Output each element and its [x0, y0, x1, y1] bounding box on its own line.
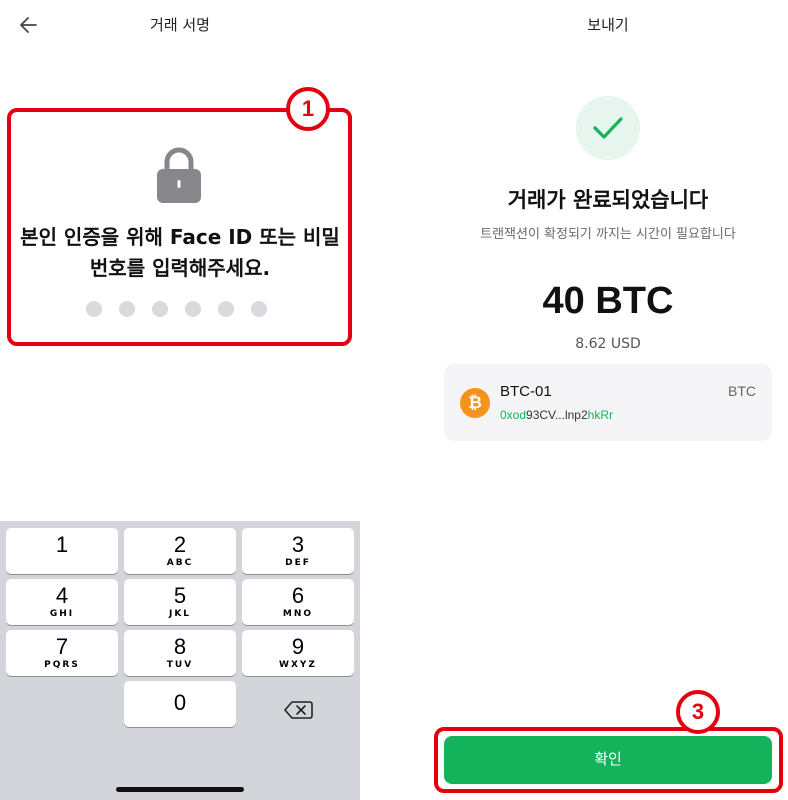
key-2[interactable]: 2 ABC: [124, 528, 236, 574]
completion-subtitle: 트랜잭션이 확정되기 까지는 시간이 필요합니다: [480, 227, 736, 242]
key-letters: TUV: [166, 660, 194, 670]
key-1[interactable]: 1: [6, 528, 118, 574]
wallet-address: 0xod93CV...lnp2hkRr: [500, 408, 613, 422]
send-complete-screen: 보내기 거래가 완료되었습니다 트랜잭션이 확정되기 까지는 시간이 필요합니다…: [428, 0, 788, 800]
wallet-ticker: BTC: [728, 383, 756, 399]
passcode-dot: [251, 301, 267, 317]
auth-message: 본인 인증을 위해 Face ID 또는 비밀 번호를 입력해주세요.: [0, 222, 360, 284]
key-number: 3: [291, 532, 305, 557]
step-badge-1: 1: [286, 87, 330, 131]
delete-key[interactable]: [278, 695, 318, 725]
wallet-card: ₿ BTC-01 BTC 0xod93CV...lnp2hkRr: [444, 364, 772, 441]
key-number: 4: [55, 583, 69, 608]
key-letters: JKL: [168, 609, 192, 619]
key-0[interactable]: 0: [124, 681, 236, 727]
key-number: 1: [55, 532, 69, 557]
key-7[interactable]: 7 PQRS: [6, 630, 118, 676]
step-badge-3: 3: [676, 690, 720, 734]
key-letters: DEF: [285, 558, 311, 568]
usd-value: 8.62 USD: [575, 336, 641, 352]
key-number: 2: [173, 532, 187, 557]
passcode-dot: [152, 301, 168, 317]
page-title: 거래 서명: [150, 16, 210, 34]
numeric-keypad: 1 2 ABC 3 DEF 4 GHI 5 JKL 6 MNO 7 PQRS 8: [0, 521, 360, 800]
confirm-button[interactable]: 확인: [444, 736, 772, 784]
key-number: 0: [173, 690, 187, 715]
key-number: 5: [173, 583, 187, 608]
key-letters: GHI: [49, 609, 75, 619]
key-letters: MNO: [282, 609, 314, 619]
passcode-dot: [119, 301, 135, 317]
checkmark-icon: [593, 117, 623, 139]
auth-message-line2: 번호를 입력해주세요.: [89, 256, 271, 280]
sign-transaction-screen: 거래 서명 1 본인 인증을 위해 Face ID 또는 비밀 번호를 입력해주…: [0, 0, 360, 800]
sent-amount: 40 BTC: [542, 280, 674, 322]
key-9[interactable]: 9 WXYZ: [242, 630, 354, 676]
passcode-dot: [185, 301, 201, 317]
key-5[interactable]: 5 JKL: [124, 579, 236, 625]
lock-icon: [157, 147, 201, 203]
home-indicator: [116, 787, 244, 792]
wallet-name: BTC-01: [500, 383, 552, 400]
key-number: 8: [173, 634, 187, 659]
completion-title: 거래가 완료되었습니다: [507, 188, 709, 212]
key-number: 7: [55, 634, 69, 659]
backspace-icon: [284, 701, 313, 719]
key-8[interactable]: 8 TUV: [124, 630, 236, 676]
key-letters: ABC: [166, 558, 194, 568]
key-letters: PQRS: [44, 660, 80, 670]
address-middle: 93CV...lnp2: [526, 408, 588, 422]
key-3[interactable]: 3 DEF: [242, 528, 354, 574]
passcode-dots: [86, 301, 267, 317]
key-letters: WXYZ: [279, 660, 317, 670]
key-4[interactable]: 4 GHI: [6, 579, 118, 625]
passcode-dot: [86, 301, 102, 317]
page-title: 보내기: [587, 16, 629, 34]
success-badge: [576, 96, 640, 160]
auth-message-line1: 본인 인증을 위해 Face ID 또는 비밀: [20, 225, 340, 249]
passcode-dot: [218, 301, 234, 317]
address-prefix: 0xod: [500, 408, 527, 422]
bitcoin-icon: ₿: [460, 388, 490, 418]
key-number: 6: [291, 583, 305, 608]
key-6[interactable]: 6 MNO: [242, 579, 354, 625]
key-number: 9: [291, 634, 305, 659]
address-suffix: hkRr: [587, 408, 613, 422]
